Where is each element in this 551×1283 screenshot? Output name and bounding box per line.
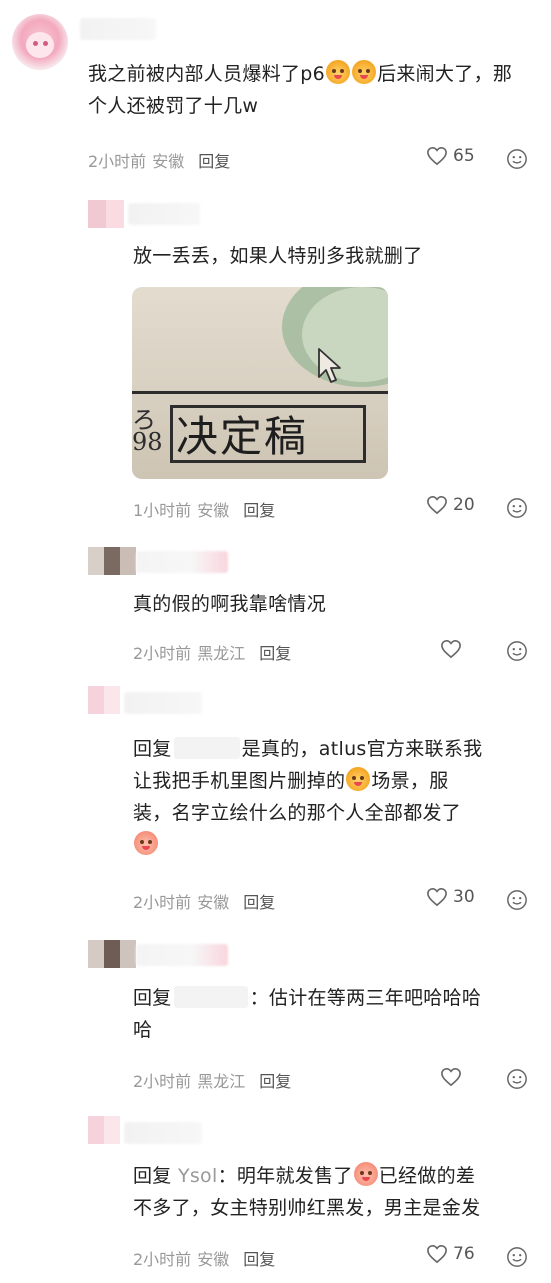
avatar[interactable] [88,547,136,575]
username-redacted[interactable] [136,551,228,573]
mention-redacted[interactable] [173,737,240,759]
like-count: 65 [453,146,475,166]
crying-emoji-icon [353,1162,378,1186]
like-count: 20 [453,495,475,515]
comment-image[interactable]: 决定稿 ろ 98 [132,287,388,479]
reply-button[interactable]: 回复 [259,644,291,663]
avatar[interactable] [88,200,124,228]
like-button[interactable] [440,639,467,659]
reply-button[interactable]: 回复 [198,152,230,171]
emoji-icon [326,60,351,84]
image-side-text: ろ 98 [132,406,163,456]
like-button[interactable]: 30 [426,887,475,907]
mention-redacted[interactable] [173,986,248,1008]
smiley-icon[interactable] [506,889,528,915]
mention-link[interactable]: Ysol [178,1165,218,1187]
heart-outline-icon [427,495,447,515]
comment-text: 回复 ：估计在等两三年吧哈哈哈 哈 [133,986,482,1041]
comment-meta: 1小时前 安徽 回复 [133,501,276,520]
comment-text: 回复 Ysol：明年就发售了 已经做的差 不多了，女主特别帅红黑发，男主是金发 [133,1160,543,1224]
username-redacted[interactable] [80,18,156,40]
reply-button[interactable]: 回复 [259,1072,291,1091]
comment-meta: 2小时前 安徽 回复 [133,1250,276,1269]
emoji-icon [346,767,371,791]
heart-outline-icon [427,146,447,166]
like-button[interactable]: 20 [426,495,475,515]
avatar[interactable] [88,686,120,714]
avatar[interactable] [88,1116,120,1144]
like-button[interactable]: 65 [426,146,475,166]
username-redacted[interactable] [124,692,202,714]
reply-button[interactable]: 回复 [243,1250,275,1269]
reply-button[interactable]: 回复 [243,893,275,912]
heart-outline-icon [441,1067,461,1087]
smiley-icon[interactable] [506,1246,528,1272]
emoji-icon [352,60,377,84]
avatar[interactable] [12,14,68,70]
like-button[interactable]: 76 [426,1244,475,1264]
heart-outline-icon [427,887,447,907]
image-kanji-text: 决定稿 [176,412,309,461]
smiley-icon[interactable] [506,148,528,174]
reply-button[interactable]: 回复 [243,501,275,520]
comment-text: 放一丢丢，如果人特别多我就删了 [133,245,423,267]
heart-outline-icon [441,639,461,659]
like-count: 30 [453,887,475,907]
comment-text: 我之前被内部人员爆料了p6 后来闹大了，那个人还被罚了十几w [88,58,518,122]
comment-text: 回复 是真的，atlus官方来联系我 让我把手机里图片删掉的 场景，服 装，名字立绘… [133,733,533,861]
comment-1: 我之前被内部人员爆料了p6 后来闹大了，那个人还被罚了十几w 2小时前 安徽 回复 6… [0,0,551,190]
smiley-icon[interactable] [506,640,528,666]
username-redacted[interactable] [136,944,228,966]
crying-emoji-icon [134,831,158,855]
comment-meta: 2小时前 黑龙江 回复 [133,1072,292,1091]
comment-text: 真的假的啊我靠啥情况 [133,593,327,615]
username-redacted[interactable] [124,1122,202,1144]
comment-meta: 2小时前 黑龙江 回复 [133,644,292,663]
username-redacted[interactable] [128,203,200,225]
comment-meta: 2小时前 安徽 回复 [88,152,231,171]
comment-meta: 2小时前 安徽 回复 [133,893,276,912]
like-button[interactable] [440,1067,467,1087]
mouse-cursor-icon [318,348,341,383]
smiley-icon[interactable] [506,1068,528,1094]
smiley-icon[interactable] [506,497,528,523]
avatar[interactable] [88,940,136,968]
like-count: 76 [453,1244,475,1264]
heart-outline-icon [427,1244,447,1264]
